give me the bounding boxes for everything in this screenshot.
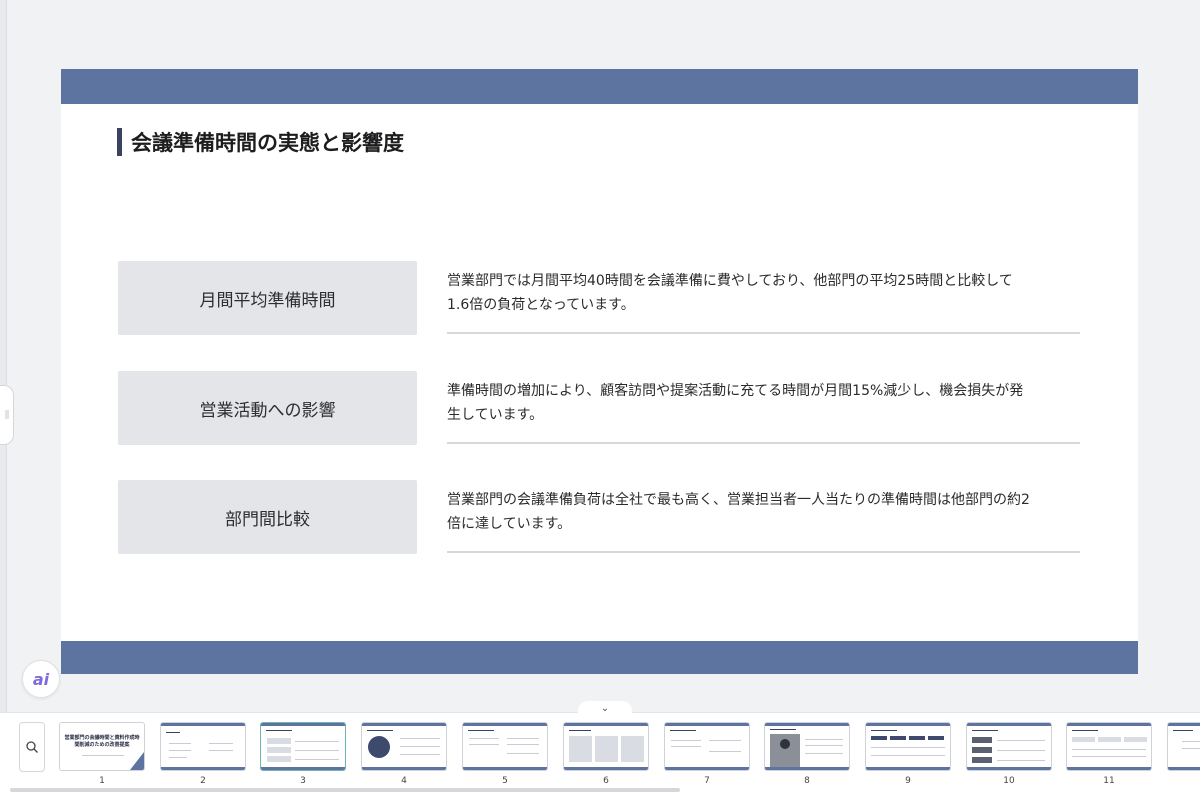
thumb-number: 1 <box>99 776 105 786</box>
row-label[interactable]: 月間平均準備時間 <box>118 261 417 335</box>
slide-thumbnail-8[interactable] <box>764 722 850 771</box>
filmstrip-collapse-button[interactable]: ⌄ <box>578 701 632 715</box>
thumb-number: 3 <box>300 776 306 786</box>
slide-thumbnail-2[interactable] <box>160 722 246 771</box>
row-label[interactable]: 部門間比較 <box>118 480 417 554</box>
thumb-number: 6 <box>603 776 609 786</box>
slide-thumbnail-9[interactable] <box>865 722 951 771</box>
left-panel-edge <box>0 0 7 712</box>
thumb-number: 10 <box>1003 776 1015 786</box>
slide-canvas[interactable]: 会議準備時間の実態と影響度 月間平均準備時間 営業部門では月間平均40時間を会議… <box>61 69 1138 674</box>
chevron-down-icon: ⌄ <box>600 702 610 714</box>
ai-icon: ai <box>32 669 50 689</box>
slide-thumbnail-5[interactable] <box>462 722 548 771</box>
thumb-number: 9 <box>905 776 911 786</box>
zoom-search-icon <box>26 741 38 753</box>
thumb-number: 2 <box>200 776 206 786</box>
slide-thumbnail-6[interactable] <box>563 722 649 771</box>
slide-footer-band <box>61 641 1138 674</box>
slide-thumbnail-11[interactable] <box>1066 722 1152 771</box>
row-divider <box>447 442 1080 444</box>
slide-thumbnail-3[interactable] <box>260 722 346 771</box>
zoom-button[interactable] <box>19 722 45 772</box>
drag-handle-icon: || <box>4 410 9 420</box>
slide-thumbnail-4[interactable] <box>361 722 447 771</box>
slide-thumbnail-1[interactable]: 営業部門の会議時間と資料作成時間削減のための改善提案 <box>59 722 145 771</box>
row-description[interactable]: 営業部門の会議準備負荷は全社で最も高く、営業担当者一人当たりの準備時間は他部門の… <box>447 488 1077 536</box>
slide-thumbnail-10[interactable] <box>966 722 1052 771</box>
slide-thumbnail-12-partial[interactable] <box>1167 722 1200 771</box>
thumb-number: 7 <box>704 776 710 786</box>
thumb-cover-title: 営業部門の会議時間と資料作成時間削減のための改善提案 <box>64 735 140 748</box>
row-divider <box>447 551 1080 553</box>
title-accent-bar <box>117 128 122 156</box>
left-panel-handle[interactable]: || <box>0 385 14 445</box>
slide-header-band <box>61 69 1138 104</box>
ai-assistant-button[interactable]: ai <box>22 660 60 698</box>
filmstrip-scrollbar[interactable] <box>10 788 680 792</box>
row-label[interactable]: 営業活動への影響 <box>118 371 417 445</box>
row-divider <box>447 332 1080 334</box>
thumb-number: 5 <box>502 776 508 786</box>
row-description[interactable]: 営業部門では月間平均40時間を会議準備に費やしており、他部門の平均25時間と比較… <box>447 269 1077 317</box>
slide-thumbnail-7[interactable] <box>664 722 750 771</box>
slide-title[interactable]: 会議準備時間の実態と影響度 <box>131 127 404 157</box>
row-description[interactable]: 準備時間の増加により、顧客訪問や提案活動に充てる時間が月間15%減少し、機会損失… <box>447 379 1077 427</box>
thumb-number: 11 <box>1103 776 1115 786</box>
thumb-number: 4 <box>401 776 407 786</box>
thumb-number: 8 <box>804 776 810 786</box>
